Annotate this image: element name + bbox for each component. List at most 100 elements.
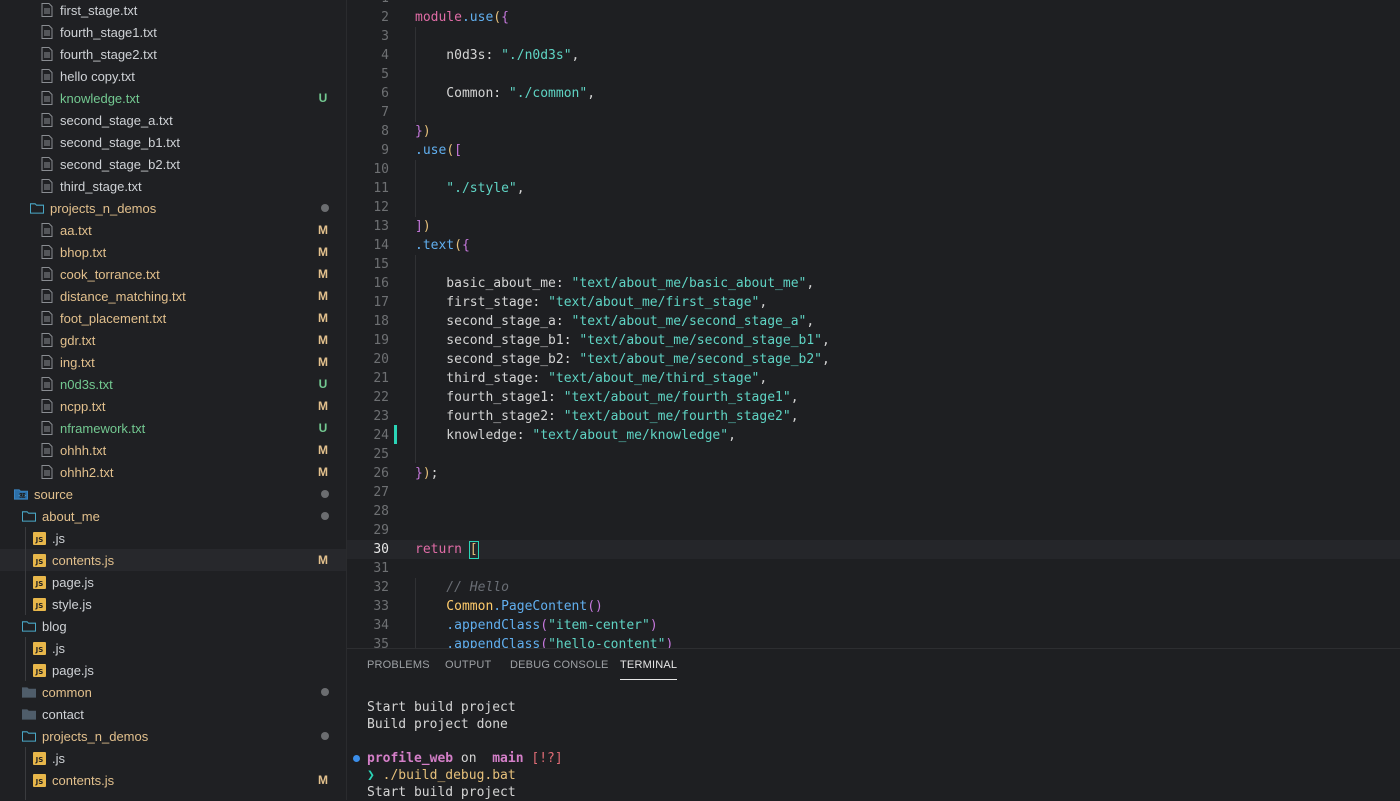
code-line[interactable]: 3: [347, 27, 1400, 46]
code-line[interactable]: 5: [347, 65, 1400, 84]
explorer-file-item[interactable]: JS .js: [0, 747, 346, 769]
code-token: ,: [790, 409, 799, 424]
code-line[interactable]: 26});: [347, 464, 1400, 483]
code-line[interactable]: 12: [347, 198, 1400, 217]
explorer-folder-item[interactable]: </> source: [0, 483, 346, 505]
code-text: third_stage: "text/about_me/third_stage"…: [415, 369, 767, 388]
code-token: second_stage_b1:: [415, 333, 580, 348]
explorer-file-item[interactable]: distance_matching.txt M: [0, 285, 346, 307]
code-line[interactable]: 18 second_stage_a: "text/about_me/second…: [347, 312, 1400, 331]
explorer-file-item[interactable]: second_stage_b1.txt: [0, 131, 346, 153]
code-line[interactable]: 34 .appendClass("item-center"): [347, 616, 1400, 635]
explorer-file-item[interactable]: gdr.txt M: [0, 329, 346, 351]
line-number: 19: [373, 333, 389, 348]
terminal-prompt-dot-icon: [353, 755, 360, 762]
panel-tab-terminal[interactable]: TERMINAL: [620, 659, 678, 680]
explorer-file-item[interactable]: third_stage.txt: [0, 175, 346, 197]
explorer-file-item[interactable]: JS .js: [0, 527, 346, 549]
explorer-file-item[interactable]: cook_torrance.txt M: [0, 263, 346, 285]
code-line[interactable]: 33 Common.PageContent(): [347, 597, 1400, 616]
code-line[interactable]: 28: [347, 502, 1400, 521]
indent-guide: [415, 578, 416, 648]
code-editor[interactable]: 12module.use({34 n0d3s: "./n0d3s",56 Com…: [347, 0, 1400, 648]
explorer-item-label: contents.js: [52, 552, 115, 568]
code-line[interactable]: 21 third_stage: "text/about_me/third_sta…: [347, 369, 1400, 388]
panel-tab-debug-console[interactable]: DEBUG CONSOLE: [510, 659, 609, 679]
code-line[interactable]: 29: [347, 521, 1400, 540]
code-line[interactable]: 32 // Hello: [347, 578, 1400, 597]
git-status-badge: M: [318, 773, 328, 787]
code-line[interactable]: 13]): [347, 217, 1400, 236]
line-number: 21: [373, 371, 389, 386]
terminal-command-line[interactable]: ❯ ./build_debug.bat: [367, 767, 516, 784]
explorer-file-item[interactable]: JS page.js: [0, 571, 346, 593]
line-number: 16: [373, 276, 389, 291]
code-line[interactable]: 15: [347, 255, 1400, 274]
explorer-file-item[interactable]: second_stage_b2.txt: [0, 153, 346, 175]
code-line[interactable]: 35 .appendClass("hello-content"): [347, 635, 1400, 648]
line-number: 6: [381, 86, 389, 101]
code-line[interactable]: 1: [347, 0, 1400, 8]
explorer-file-item[interactable]: fourth_stage2.txt: [0, 43, 346, 65]
explorer-file-item[interactable]: bhop.txt M: [0, 241, 346, 263]
code-line[interactable]: 17 first_stage: "text/about_me/first_sta…: [347, 293, 1400, 312]
explorer-file-item[interactable]: JS contents.js M: [0, 769, 346, 791]
explorer-file-item[interactable]: fourth_stage1.txt: [0, 21, 346, 43]
explorer-file-item[interactable]: nframework.txt U: [0, 417, 346, 439]
explorer-file-item[interactable]: ncpp.txt M: [0, 395, 346, 417]
explorer-folder-item[interactable]: projects_n_demos: [0, 725, 346, 747]
code-token: knowledge:: [415, 428, 533, 443]
code-line[interactable]: 2 module.use({: [347, 8, 1400, 27]
explorer-file-item[interactable]: JS style.js: [0, 593, 346, 615]
code-line[interactable]: 31: [347, 559, 1400, 578]
explorer-file-item[interactable]: n0d3s.txt U: [0, 373, 346, 395]
explorer-file-item[interactable]: hello copy.txt: [0, 65, 346, 87]
code-line[interactable]: 24 knowledge: "text/about_me/knowledge",: [347, 426, 1400, 445]
code-line[interactable]: 6 Common: "./common",: [347, 84, 1400, 103]
explorer-file-item[interactable]: JS page.js: [0, 659, 346, 681]
code-line[interactable]: 19 second_stage_b1: "text/about_me/secon…: [347, 331, 1400, 350]
panel-tab-problems[interactable]: PROBLEMS: [367, 659, 430, 679]
explorer-folder-item[interactable]: blog: [0, 615, 346, 637]
explorer-file-item[interactable]: aa.txt M: [0, 219, 346, 241]
panel-tab-output[interactable]: OUTPUT: [445, 659, 491, 679]
code-line[interactable]: 14 .text({: [347, 236, 1400, 255]
line-number: 35: [373, 637, 389, 648]
explorer-folder-item[interactable]: about_me: [0, 505, 346, 527]
text-file-icon: [40, 311, 54, 325]
code-text: .text({: [415, 236, 470, 255]
code-line[interactable]: 4 n0d3s: "./n0d3s",: [347, 46, 1400, 65]
code-line[interactable]: 9 .use([: [347, 141, 1400, 160]
code-token: .use: [461, 10, 494, 25]
explorer-folder-item[interactable]: common: [0, 681, 346, 703]
line-number: 18: [373, 314, 389, 329]
explorer-file-item[interactable]: second_stage_a.txt: [0, 109, 346, 131]
code-line[interactable]: 22 fourth_stage1: "text/about_me/fourth_…: [347, 388, 1400, 407]
explorer-file-item[interactable]: ohhh.txt M: [0, 439, 346, 461]
code-line[interactable]: 7: [347, 103, 1400, 122]
code-line[interactable]: 11 "./style",: [347, 179, 1400, 198]
code-line[interactable]: 20 second_stage_b2: "text/about_me/secon…: [347, 350, 1400, 369]
explorer-folder-item[interactable]: projects_n_demos: [0, 197, 346, 219]
explorer-file-item[interactable]: first_stage.txt: [0, 0, 346, 21]
explorer-file-item[interactable]: foot_placement.txt M: [0, 307, 346, 329]
explorer-item-label: n0d3s.txt: [60, 376, 113, 392]
explorer-file-item[interactable]: ing.txt M: [0, 351, 346, 373]
code-line[interactable]: 8}): [347, 122, 1400, 141]
git-status-badge: M: [318, 443, 328, 457]
code-token: (: [446, 143, 455, 158]
code-line[interactable]: 23 fourth_stage2: "text/about_me/fourth_…: [347, 407, 1400, 426]
source-folder-icon: </>: [14, 487, 28, 501]
explorer-file-item[interactable]: knowledge.txt U: [0, 87, 346, 109]
line-number: 14: [373, 238, 389, 253]
code-line[interactable]: 16 basic_about_me: "text/about_me/basic_…: [347, 274, 1400, 293]
explorer-file-item[interactable]: JS contents.js M: [0, 549, 346, 571]
code-line[interactable]: 27: [347, 483, 1400, 502]
explorer-file-item[interactable]: ohhh2.txt M: [0, 461, 346, 483]
code-line[interactable]: 25: [347, 445, 1400, 464]
code-line[interactable]: 30 return [: [347, 540, 1400, 559]
explorer-file-item[interactable]: JS .js: [0, 637, 346, 659]
explorer-folder-item[interactable]: contact: [0, 703, 346, 725]
line-number: 13: [373, 219, 389, 234]
code-line[interactable]: 10: [347, 160, 1400, 179]
